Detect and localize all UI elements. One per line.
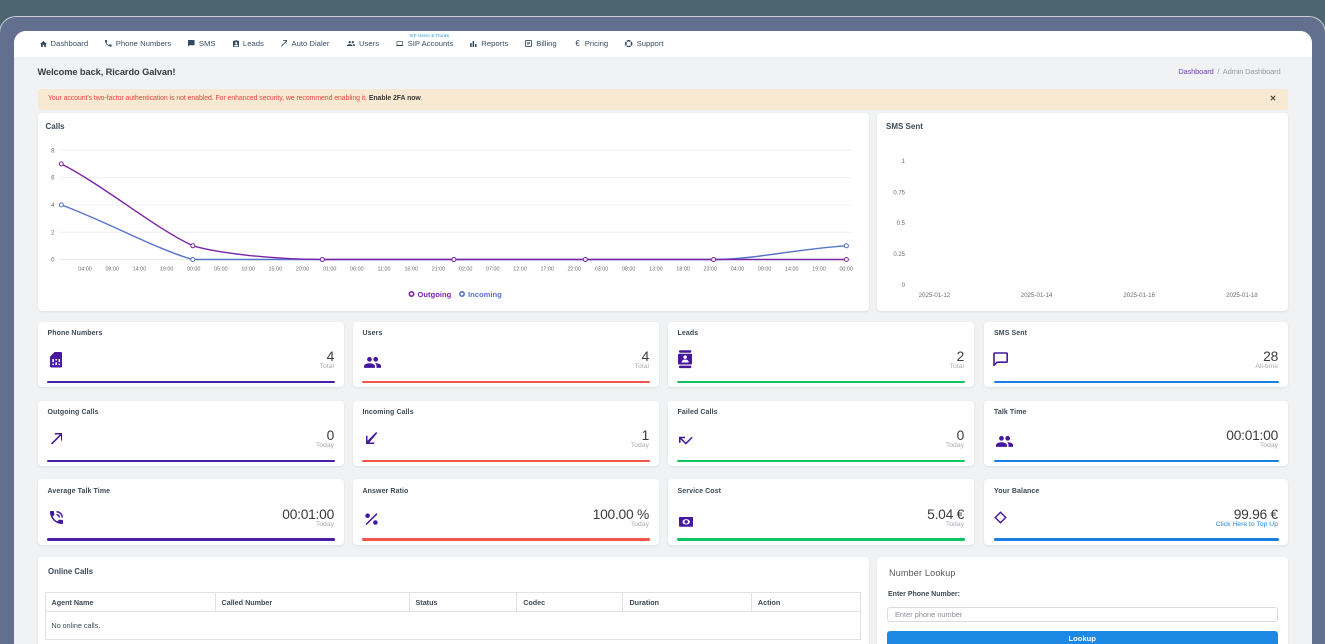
svg-text:11:00: 11:00 [377, 267, 390, 273]
svg-text:05:00: 05:00 [214, 267, 228, 273]
svg-text:2025-01-18: 2025-01-18 [1226, 292, 1258, 299]
svg-text:2025-01-16: 2025-01-16 [1123, 292, 1155, 299]
svg-text:10:00: 10:00 [241, 267, 255, 273]
svg-text:2: 2 [51, 230, 55, 236]
svg-text:15:00: 15:00 [268, 267, 282, 273]
svg-text:06:00: 06:00 [350, 267, 364, 273]
svg-text:22:00: 22:00 [567, 267, 581, 273]
svg-text:00:00: 00:00 [186, 267, 200, 273]
svg-text:0: 0 [902, 283, 906, 289]
svg-text:18:00: 18:00 [676, 267, 690, 273]
svg-text:8: 8 [51, 148, 55, 154]
svg-text:2025-01-14: 2025-01-14 [1021, 292, 1053, 299]
svg-text:Incoming: Incoming [468, 290, 502, 299]
svg-text:0: 0 [51, 258, 55, 264]
svg-text:14:00: 14:00 [132, 267, 146, 273]
svg-text:23:00: 23:00 [703, 267, 717, 273]
svg-text:08:00: 08:00 [621, 267, 635, 273]
svg-text:09:00: 09:00 [105, 267, 119, 273]
svg-text:Calls: Calls [45, 122, 65, 131]
svg-text:01:00: 01:00 [322, 267, 336, 273]
svg-text:4: 4 [51, 203, 55, 209]
svg-text:04:00: 04:00 [78, 267, 92, 273]
svg-text:02:00: 02:00 [458, 267, 472, 273]
svg-text:19:00: 19:00 [159, 267, 173, 273]
svg-text:16:00: 16:00 [404, 267, 418, 273]
svg-text:6: 6 [51, 176, 55, 182]
svg-text:17:00: 17:00 [540, 267, 554, 273]
svg-text:07:00: 07:00 [486, 267, 500, 273]
svg-text:20:00: 20:00 [295, 267, 309, 273]
svg-text:1: 1 [902, 159, 906, 165]
svg-text:21:00: 21:00 [431, 267, 445, 273]
svg-text:00:00: 00:00 [839, 267, 853, 273]
svg-text:€: € [575, 40, 580, 47]
svg-text:0.5: 0.5 [897, 221, 906, 227]
svg-text:04:00: 04:00 [730, 267, 744, 273]
svg-text:0.75: 0.75 [893, 190, 905, 196]
svg-text:14:00: 14:00 [785, 267, 799, 273]
svg-text:Outgoing: Outgoing [417, 290, 451, 299]
svg-text:13:00: 13:00 [649, 267, 663, 273]
svg-text:09:00: 09:00 [757, 267, 771, 273]
svg-text:03:00: 03:00 [594, 267, 608, 273]
svg-text:2025-01-12: 2025-01-12 [919, 292, 951, 299]
svg-text:SMS Sent: SMS Sent [886, 122, 923, 131]
svg-text:12:00: 12:00 [513, 267, 527, 273]
svg-text:19:00: 19:00 [812, 267, 826, 273]
svg-text:0.25: 0.25 [893, 252, 905, 258]
